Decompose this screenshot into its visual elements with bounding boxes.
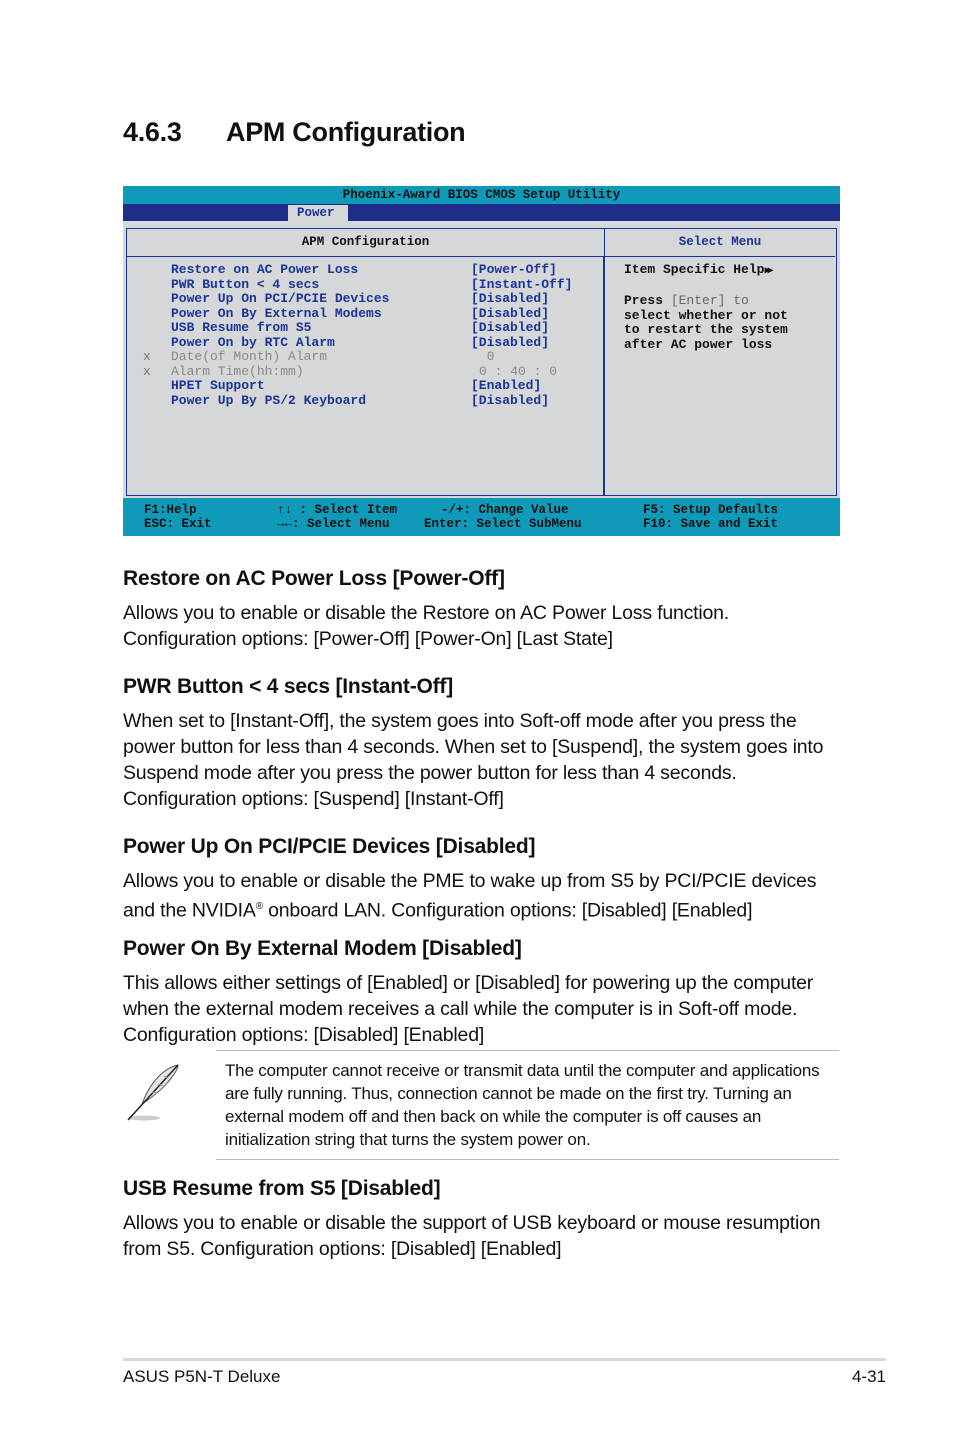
bios-item-label: Alarm Time(hh:mm) — [171, 363, 304, 379]
bios-item-row[interactable]: HPET Support [Enabled] — [127, 378, 603, 394]
bios-item-value[interactable]: [Instant-Off] — [471, 277, 572, 293]
help-line-4: after AC power loss — [624, 336, 773, 352]
bios-menu-bar: Power — [123, 204, 840, 221]
help-line-2: select whether or not — [624, 307, 788, 323]
bios-tab-power[interactable]: Power — [288, 205, 348, 221]
help-line-1: Press [Enter] to — [624, 293, 749, 308]
key-select-menu: →←: Select Menu — [277, 517, 390, 531]
heading-usb-resume: USB Resume from S5 [Disabled] — [123, 1177, 441, 1200]
double-arrow-right-icon: ▶▶ — [764, 266, 773, 277]
note-text: The computer cannot receive or transmit … — [225, 1061, 820, 1149]
bios-divider — [603, 257, 605, 495]
bios-item-row[interactable]: Restore on AC Power Loss [Power-Off] — [127, 262, 603, 278]
bios-item-value[interactable]: [Disabled] — [471, 335, 549, 351]
key-change-value: -/+: Change Value — [441, 503, 569, 517]
key-select-submenu: Enter: Select SubMenu — [424, 517, 582, 531]
key-f5-defaults: F5: Setup Defaults — [643, 503, 779, 517]
bios-item-row[interactable]: PWR Button < 4 secs [Instant-Off] — [127, 276, 603, 293]
body-pwr-button: When set to [Instant-Off], the system go… — [123, 710, 824, 810]
key-esc-exit: ESC: Exit — [144, 517, 212, 531]
heading-external-modem: Power On By External Modem [Disabled] — [123, 937, 522, 960]
bios-item-row[interactable]: Power On By External Modems [Disabled] — [127, 305, 603, 322]
section-number: 4.6.3 — [123, 117, 182, 147]
bios-item-value[interactable]: [Disabled] — [471, 393, 549, 409]
bios-right-header: Select Menu — [605, 229, 835, 257]
key-select-item: ↑↓ : Select Item — [277, 503, 398, 517]
heading-restore-ac: Restore on AC Power Loss [Power-Off] — [123, 567, 505, 590]
bios-item-value[interactable]: [Enabled] — [471, 378, 541, 394]
bios-item-label: Restore on AC Power Loss — [171, 262, 359, 277]
key-f10-save-exit: F10: Save and Exit — [643, 517, 779, 531]
bios-item-row: x Alarm Time(hh:mm) 0 : 40 : 0 — [127, 363, 603, 380]
heading-pwr-button: PWR Button < 4 secs [Instant-Off] — [123, 675, 453, 698]
bios-item-value[interactable]: [Disabled] — [471, 306, 549, 322]
footer-rule — [123, 1358, 886, 1361]
key-f1-help: F1:Help — [144, 503, 197, 517]
section-title: 4.6.3 APM Configuration — [123, 117, 466, 148]
bios-left-header: APM Configuration — [127, 229, 605, 257]
bios-frame: APM Configuration Select Menu Restore on… — [126, 228, 837, 496]
bios-item-value[interactable]: [Disabled] — [471, 291, 549, 307]
bios-screenshot: Phoenix-Award BIOS CMOS Setup Utility Po… — [123, 186, 840, 536]
bios-item-row: x Date(of Month) Alarm 0 — [127, 349, 603, 365]
body-power-up-pci: Allows you to enable or disable the PME … — [123, 870, 817, 922]
bios-item-list: Restore on AC Power Loss [Power-Off] PWR B… — [127, 262, 603, 409]
note-bottom-rule — [216, 1159, 839, 1160]
bios-item-label: PWR Button < 4 secs — [171, 276, 320, 292]
bios-item-label: Power On By External Modems — [171, 305, 382, 321]
bios-item-locked-marker: x — [143, 349, 151, 364]
bios-item-locked-marker: x — [143, 363, 151, 379]
bios-item-value: 0 : 40 : 0 — [479, 363, 558, 379]
body-external-modem: This allows either settings of [Enabled]… — [123, 972, 814, 1046]
footer-product-name: ASUS P5N-T Deluxe — [123, 1367, 281, 1386]
bios-item-row[interactable]: Power Up By PS/2 Keyboard [Disabled] — [127, 392, 603, 409]
heading-power-up-pci: Power Up On PCI/PCIE Devices [Disabled] — [123, 835, 536, 858]
footer-page-number: 4-31 — [851, 1367, 886, 1386]
bios-item-value: 0 — [479, 349, 495, 364]
bios-item-label: USB Resume from S5 — [171, 320, 312, 335]
bios-title-bar: Phoenix-Award BIOS CMOS Setup Utility — [123, 186, 840, 204]
body-usb-resume: Allows you to enable or disable the supp… — [123, 1212, 821, 1260]
help-title: Item Specific Help▶▶ — [624, 262, 774, 277]
bios-item-value[interactable]: [Power-Off] — [471, 262, 557, 278]
bios-key-legend: F1:Help ESC: Exit ↑↓ : Select Item →←: S… — [123, 498, 840, 536]
note-top-rule — [216, 1050, 839, 1051]
bios-item-label: HPET Support — [171, 378, 265, 393]
bios-item-label: Power Up On PCI/PCIE Devices — [171, 291, 390, 306]
bios-item-value[interactable]: [Disabled] — [471, 320, 549, 336]
bios-item-row[interactable]: Power On by RTC Alarm [Disabled] — [127, 334, 603, 351]
bios-item-label: Date(of Month) Alarm — [171, 349, 328, 364]
body-restore-ac: Allows you to enable or disable the Rest… — [123, 602, 730, 650]
help-line-3: to restart the system — [624, 322, 788, 337]
bios-item-label: Power On by RTC Alarm — [171, 334, 335, 350]
bios-item-label: Power Up By PS/2 Keyboard — [171, 392, 367, 408]
bios-item-row[interactable]: USB Resume from S5 [Disabled] — [127, 320, 603, 336]
bios-help-panel: Item Specific Help▶▶ Press [Enter] to se… — [624, 262, 788, 352]
bios-item-row[interactable]: Power Up On PCI/PCIE Devices [Disabled] — [127, 291, 603, 307]
feather-quill-icon — [124, 1062, 184, 1124]
section-title-text: APM Configuration — [226, 117, 466, 147]
